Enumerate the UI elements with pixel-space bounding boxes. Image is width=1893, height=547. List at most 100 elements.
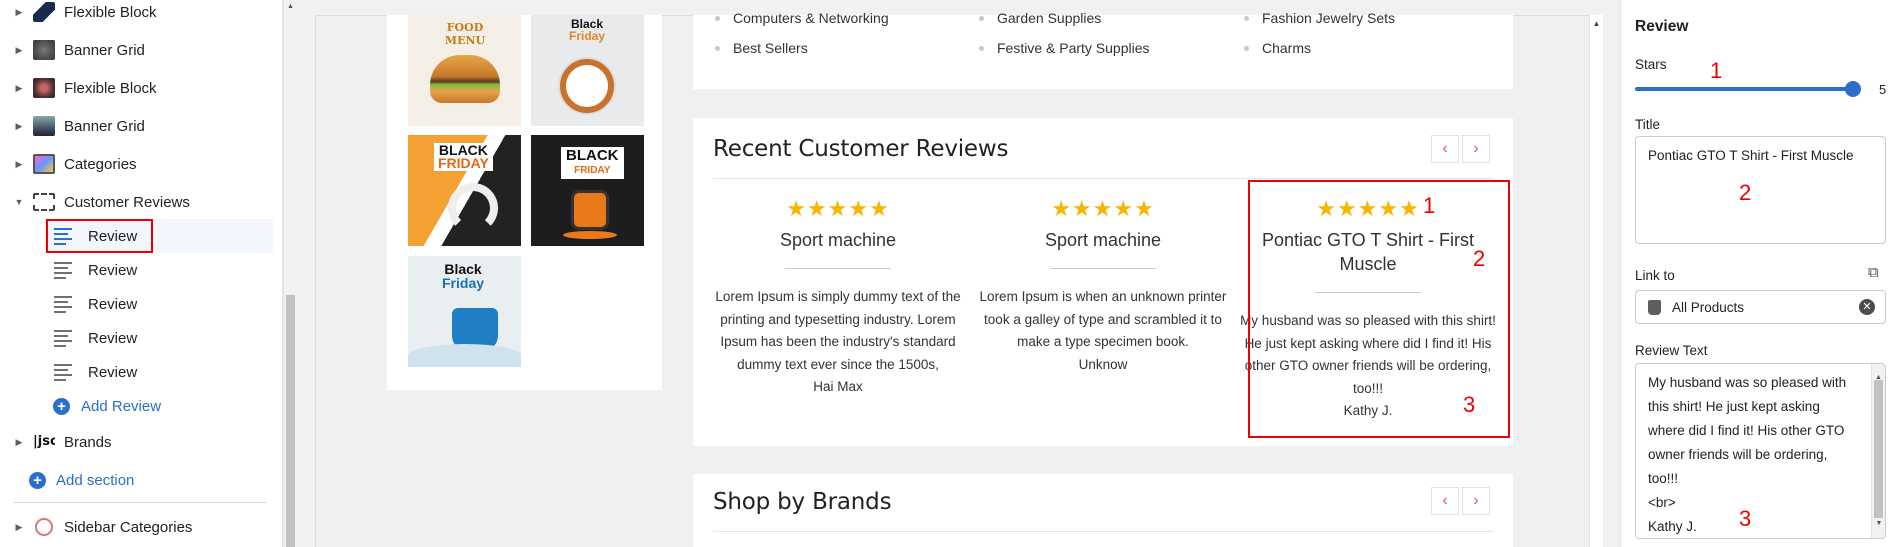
burger-graphic — [430, 55, 500, 103]
tree-item-label: Categories — [64, 155, 137, 173]
review-block-item[interactable]: Review — [44, 321, 273, 355]
caret-right-icon[interactable]: ▶ — [13, 7, 25, 18]
tree-item-flexible-block[interactable]: ▶ Flexible Block — [0, 0, 272, 29]
promo-headphones-image[interactable]: BLACK FRIDAY — [408, 135, 521, 246]
watch-graphic — [560, 59, 614, 113]
link-picker-field[interactable]: All Products ✕ — [1635, 290, 1886, 324]
reviews-prev-button[interactable]: ‹ — [1431, 135, 1459, 163]
category-link[interactable]: Charms — [1244, 40, 1311, 56]
promo-food-menu-image[interactable]: FOOD MENU — [408, 15, 521, 126]
clear-icon[interactable]: ✕ — [1859, 299, 1875, 315]
plus-circle-icon: + — [29, 471, 46, 489]
stars-slider-thumb[interactable] — [1845, 81, 1861, 97]
section-divider — [713, 178, 1493, 179]
tree-item-label: Brands — [64, 433, 112, 451]
reviews-next-button[interactable]: › — [1462, 135, 1490, 163]
add-section-button[interactable]: + Add section — [0, 463, 272, 497]
text-block-icon — [54, 261, 72, 279]
tree-item-sidebar-categories[interactable]: ▶ Sidebar Categories — [0, 510, 272, 544]
review-divider — [1050, 268, 1156, 269]
review-title: Sport machine — [1044, 230, 1162, 250]
block-settings-panel: Review Stars 5 Title Pontiac GTO T Shirt… — [1620, 0, 1893, 547]
add-review-label: Add Review — [81, 397, 162, 415]
caret-right-icon[interactable]: ▶ — [13, 159, 25, 170]
category-link[interactable]: Festive & Party Supplies — [979, 40, 1150, 56]
tree-item-brands[interactable]: ▶ |jsc Brands — [0, 425, 272, 459]
review-card[interactable]: ★★★★★ Sport machine Lorem Ipsum is when … — [973, 196, 1233, 376]
review-text: Lorem Ipsum is when an unknown printer t… — [979, 289, 1227, 349]
stars-slider-track[interactable] — [1635, 87, 1853, 91]
review-text: Lorem Ipsum is simply dummy text of the … — [715, 289, 961, 372]
tree-item-label: Customer Reviews — [64, 193, 190, 211]
promo-text: BLACK FRIDAY — [434, 143, 493, 171]
review-block-item[interactable]: Review — [44, 287, 273, 321]
image-thumbnail-icon — [33, 116, 55, 136]
review-block-label: Review — [88, 261, 138, 279]
caret-right-icon[interactable]: ▶ — [13, 437, 25, 448]
preview-scrollbar[interactable]: ▲ — [1589, 15, 1603, 547]
textarea-scrollbar-thumb[interactable] — [1874, 380, 1883, 518]
title-textarea[interactable]: Pontiac GTO T Shirt - First Muscle — [1635, 136, 1886, 244]
scroll-up-icon[interactable]: ▲ — [1590, 19, 1603, 28]
review-text-line: My husband was so pleased with — [1648, 375, 1847, 390]
category-link[interactable]: Fashion Jewelry Sets — [1244, 10, 1395, 26]
scroll-down-icon[interactable]: ▼ — [1872, 512, 1885, 536]
caret-down-icon[interactable]: ▼ — [13, 197, 25, 207]
carousel-icon — [33, 193, 55, 211]
stars-label: Stars — [1635, 57, 1667, 72]
review-card[interactable]: ★★★★★ Sport machine Lorem Ipsum is simpl… — [708, 196, 968, 398]
scroll-up-icon[interactable]: ▲ — [284, 3, 297, 10]
caret-right-icon[interactable]: ▶ — [13, 83, 25, 94]
caret-right-icon[interactable]: ▶ — [13, 522, 25, 533]
tree-item-customer-reviews[interactable]: ▼ Customer Reviews — [0, 185, 272, 219]
annotation-number: 1 — [1423, 193, 1436, 218]
stars-value: 5 — [1879, 82, 1887, 97]
review-block-item[interactable]: Review — [44, 355, 273, 389]
section-divider — [713, 531, 1493, 532]
image-thumbnail-icon — [33, 78, 55, 98]
annotation-highlight-box — [46, 219, 153, 253]
brands-next-button[interactable]: › — [1462, 487, 1490, 515]
sidebar-scrollbar-thumb[interactable] — [286, 295, 295, 547]
review-text-label: Review Text — [1635, 343, 1708, 358]
review-block-item[interactable]: Review — [44, 253, 273, 287]
promo-text: FOOD MENU — [444, 21, 486, 47]
promo-handbag-image[interactable]: Black Friday — [408, 256, 521, 367]
category-link[interactable]: Best Sellers — [715, 40, 808, 56]
review-author: Unknow — [1078, 356, 1128, 372]
category-link[interactable]: Computers & Networking — [715, 10, 889, 26]
tree-item-banner-grid[interactable]: ▶ Banner Grid — [0, 33, 272, 67]
textarea-scrollbar[interactable]: ▲ ▼ — [1871, 364, 1885, 538]
text-block-icon — [54, 363, 72, 381]
review-block-label: Review — [88, 363, 138, 381]
promo-smartwatch-image[interactable]: BLACK FRIDAY — [531, 135, 644, 246]
review-text-textarea[interactable]: My husband was so pleased with this shir… — [1635, 363, 1886, 539]
caret-right-icon[interactable]: ▶ — [13, 45, 25, 56]
add-review-button[interactable]: + Add Review — [44, 389, 273, 423]
divider — [14, 502, 266, 503]
title-value: Pontiac GTO T Shirt - First Muscle — [1648, 148, 1854, 163]
tree-item-flexible-block[interactable]: ▶ Flexible Block — [0, 71, 272, 105]
promo-text: Black Friday — [442, 261, 485, 291]
caret-right-icon[interactable]: ▶ — [13, 121, 25, 132]
section-tree-sidebar: ▶ Flexible Block ▶ Banner Grid ▶ Flexibl… — [0, 0, 283, 547]
review-text-line: <br> — [1648, 495, 1676, 510]
plus-circle-icon: + — [53, 397, 70, 415]
link-label: Link to — [1635, 268, 1675, 283]
promo-text: BLACK FRIDAY — [561, 147, 624, 179]
review-text-line: owner friends will be ordering, — [1648, 447, 1828, 462]
tree-item-banner-grid[interactable]: ▶ Banner Grid — [0, 109, 272, 143]
headphones-graphic — [448, 183, 498, 233]
tree-item-categories[interactable]: ▶ Categories — [0, 147, 272, 181]
stars-slider-fill — [1635, 87, 1853, 91]
brands-prev-button[interactable]: ‹ — [1431, 487, 1459, 515]
brand-logo-icon: |jsc — [33, 432, 55, 452]
annotation-number: 2 — [1739, 180, 1752, 205]
link-value: All Products — [1672, 299, 1745, 315]
external-link-icon[interactable]: ⧉ — [1868, 264, 1879, 281]
annotation-number: 2 — [1473, 246, 1486, 271]
flower-icon — [35, 518, 53, 536]
promo-watch-image[interactable]: Black Friday — [531, 15, 644, 126]
category-link[interactable]: Garden Supplies — [979, 10, 1101, 26]
tree-item-label: Banner Grid — [64, 117, 145, 135]
